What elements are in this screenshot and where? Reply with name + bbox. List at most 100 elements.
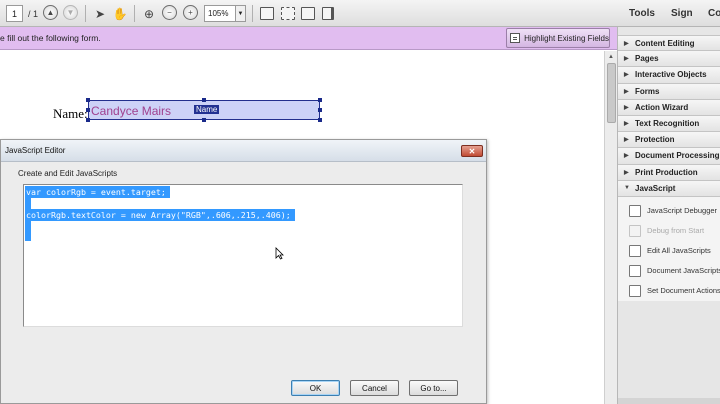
tools-link[interactable]: Tools [629, 8, 655, 19]
javascript-tools-list: JavaScript Debugger Debug from Start Edit … [618, 196, 720, 301]
zoom-level-input[interactable]: 105% [204, 5, 236, 22]
marquee-zoom-icon[interactable]: ⊕ [141, 5, 157, 22]
mouse-cursor-icon [275, 247, 284, 260]
chevron-right-icon: ▶ [624, 104, 629, 111]
js-tool-label: Set Document Actions [647, 286, 720, 296]
panel-section-action-wizard[interactable]: ▶ Action Wizard [618, 99, 720, 116]
highlight-fields-label: Highlight Existing Fields [524, 33, 609, 43]
js-tool-icon [629, 224, 641, 237]
panel-section-label: Print Production [635, 167, 698, 177]
javascript-code-editor[interactable]: var colorRgb = event.target; colorRgb.te… [23, 184, 463, 327]
resize-handle[interactable] [202, 118, 206, 122]
js-tool-label: JavaScript Debugger [647, 206, 718, 216]
form-message-bar: e fill out the following form. Highlight… [0, 27, 617, 50]
name-field-value: Candyce Mairs [91, 104, 172, 118]
dialog-title: JavaScript Editor [5, 146, 66, 155]
js-tool-icon [629, 204, 641, 217]
chevron-right-icon: ▶ [624, 88, 629, 95]
comment-link[interactable]: Co [708, 8, 720, 19]
ok-button[interactable]: OK [291, 380, 340, 396]
resize-handle[interactable] [318, 118, 322, 122]
resize-handle[interactable] [318, 108, 322, 112]
js-tool-icon [629, 244, 641, 257]
panel-section-interactive-objects[interactable]: ▶ Interactive Objects [618, 67, 720, 84]
highlight-fields-button[interactable]: Highlight Existing Fields [506, 28, 610, 48]
panel-section-label: Forms [635, 86, 660, 96]
chevron-right-icon: ▶ [624, 40, 629, 47]
panel-section-content-editing[interactable]: ▶ Content Editing [618, 35, 720, 52]
toolbar-divider [85, 5, 86, 22]
panel-section-javascript[interactable]: ▼ JavaScript [618, 180, 720, 197]
zoom-dropdown-arrow-icon[interactable]: ▼ [236, 5, 246, 22]
panel-section-print-production[interactable]: ▶ Print Production [618, 164, 720, 181]
scrollbar-thumb[interactable] [607, 63, 616, 123]
panel-section-label: Action Wizard [635, 102, 689, 112]
dialog-subtitle: Create and Edit JavaScripts [18, 169, 118, 178]
name-label: Name: [53, 106, 88, 121]
page-up-icon[interactable]: ▲ [43, 5, 58, 20]
fit-page-icon[interactable] [259, 5, 275, 22]
js-tool-label: Debug from Start [647, 226, 705, 236]
chevron-right-icon: ▶ [624, 56, 629, 63]
zoom-out-icon[interactable]: − [162, 5, 177, 20]
js-tool-debug-from-start: Debug from Start [618, 221, 720, 241]
panel-section-label: Text Recognition [635, 119, 700, 129]
js-tool-label: Edit All JavaScripts [647, 246, 711, 256]
js-tool-icon [629, 264, 641, 277]
page-down-icon[interactable]: ▼ [63, 5, 78, 20]
sign-link[interactable]: Sign [671, 8, 693, 19]
highlight-fields-icon [510, 33, 521, 43]
zoom-in-icon[interactable]: + [183, 5, 198, 20]
form-message-text: e fill out the following form. [0, 33, 101, 43]
resize-handle[interactable] [86, 108, 90, 112]
tools-panel: ▶ Content Editing ▶ Pages ▶ Interactive Objec… [617, 27, 720, 404]
code-line: colorRgb.textColor = new Array("RGB",.60… [25, 209, 295, 221]
resize-handle[interactable] [202, 98, 206, 102]
panel-section-document-processing[interactable]: ▶ Document Processing [618, 148, 720, 165]
code-line: var colorRgb = event.target; [25, 186, 170, 198]
panel-section-label: Protection [635, 135, 675, 145]
toolbar-divider [134, 5, 135, 22]
fit-width-icon[interactable] [300, 5, 316, 22]
chevron-right-icon: ▶ [624, 153, 629, 160]
go-to-button[interactable]: Go to... [409, 380, 458, 396]
panel-section-label: Interactive Objects [635, 70, 707, 80]
panel-section-text-recognition[interactable]: ▶ Text Recognition [618, 115, 720, 133]
js-tool-label: Document JavaScripts [647, 266, 720, 276]
chevron-right-icon: ▶ [624, 121, 629, 128]
panel-section-label: Pages [635, 54, 659, 64]
select-tool-icon[interactable]: ➤ [92, 5, 108, 22]
resize-handle[interactable] [86, 98, 90, 102]
panel-section-protection[interactable]: ▶ Protection [618, 132, 720, 149]
chevron-right-icon: ▶ [624, 169, 629, 176]
toolbar-divider [252, 5, 253, 22]
js-tool-document-javascripts[interactable]: Document JavaScripts [618, 261, 720, 281]
scroll-up-icon[interactable]: ▲ [605, 51, 617, 63]
chevron-right-icon: ▶ [624, 137, 629, 144]
panel-section-forms[interactable]: ▶ Forms [618, 83, 720, 100]
js-tool-edit-all-javascripts[interactable]: Edit All JavaScripts [618, 241, 720, 261]
js-tool-icon [629, 284, 641, 297]
hand-tool-icon[interactable]: ✋ [112, 5, 128, 22]
panel-section-pages[interactable]: ▶ Pages [618, 51, 720, 68]
cancel-button[interactable]: Cancel [350, 380, 399, 396]
name-form-field[interactable]: Candyce Mairs Name [88, 100, 320, 120]
dialog-title-bar: JavaScript Editor ✕ [1, 140, 486, 162]
resize-handle[interactable] [318, 98, 322, 102]
full-screen-icon[interactable] [280, 5, 296, 22]
chevron-right-icon: ▶ [624, 72, 629, 79]
document-scrollbar[interactable]: ▲ [604, 51, 617, 404]
close-icon[interactable]: ✕ [461, 145, 483, 157]
js-tool-javascript-debugger[interactable]: JavaScript Debugger [618, 201, 720, 221]
page-total-label: / 1 [27, 8, 38, 19]
field-name-tag: Name [194, 105, 220, 114]
page-number-input[interactable]: 1 [6, 5, 23, 22]
js-tool-set-document-actions[interactable]: Set Document Actions [618, 281, 720, 301]
two-page-view-icon[interactable] [320, 5, 336, 22]
selected-blank-line [25, 221, 31, 241]
panel-section-label: JavaScript [635, 183, 676, 193]
resize-handle[interactable] [86, 118, 90, 122]
panel-section-label: Content Editing [635, 38, 695, 48]
panel-scrollbar[interactable] [618, 398, 720, 404]
javascript-editor-dialog: JavaScript Editor ✕ Create and Edit Java… [0, 139, 487, 404]
